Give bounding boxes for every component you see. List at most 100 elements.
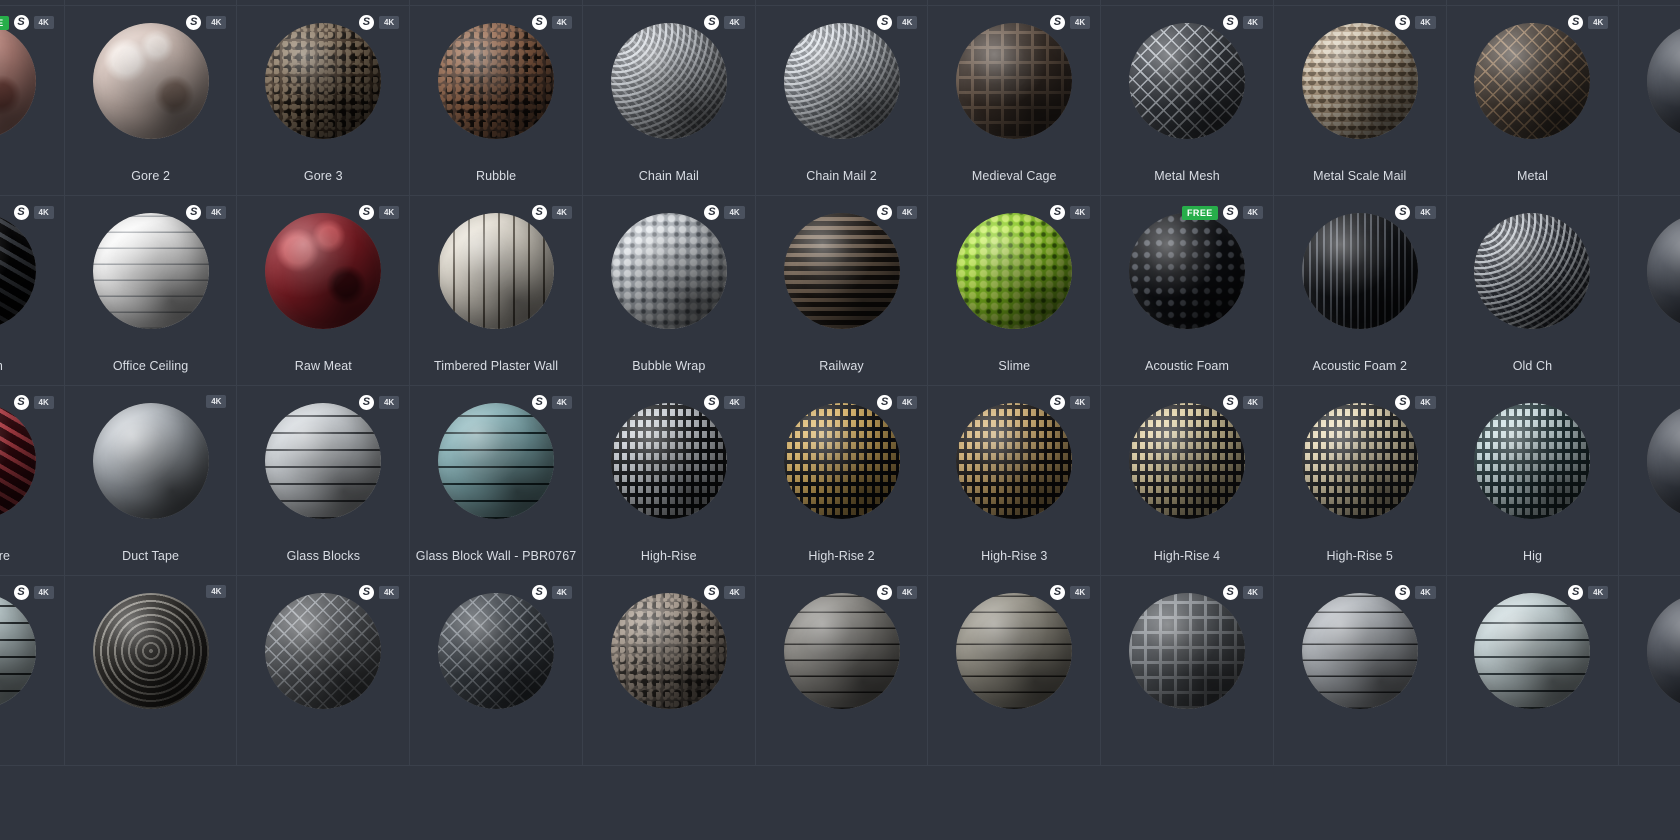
material-card[interactable]: S 4K High-Rise [582,386,756,576]
material-card[interactable] [1619,6,1680,196]
material-card[interactable]: S 4K Obsidian [0,196,65,386]
substance-icon[interactable]: S [358,15,374,30]
substance-icon[interactable]: S [1222,585,1238,600]
material-card[interactable]: S 4K Gore 3 [237,6,411,196]
material-card[interactable]: FREE S 4K Acoustic Foam [1101,196,1274,386]
material-preview[interactable]: S 4K [410,386,582,536]
substance-icon[interactable]: S [704,15,720,30]
substance-icon[interactable]: S [531,585,547,600]
material-preview[interactable]: S 4K [1447,576,1619,726]
material-preview[interactable]: S 4K [1274,6,1446,156]
material-preview[interactable] [1619,6,1680,156]
substance-icon[interactable]: S [531,205,547,220]
material-preview[interactable]: S 4K [583,6,755,156]
material-preview[interactable] [1619,196,1680,346]
substance-icon[interactable]: S [186,205,202,220]
material-card[interactable]: S 4K Gore 2 [64,6,238,196]
material-card[interactable]: S 4K Rubble [410,6,583,196]
substance-icon[interactable]: S [877,205,893,220]
material-card[interactable] [1619,576,1680,766]
material-card[interactable]: S 4K Medieval Cage [928,6,1102,196]
material-card[interactable]: S 4K Raw Meat [237,196,411,386]
material-preview[interactable]: S 4K [0,386,64,536]
material-preview[interactable]: S 4K [583,196,755,346]
substance-icon[interactable]: S [704,395,720,410]
material-card[interactable]: Old Ch [1446,196,1620,386]
material-card[interactable]: S 4K Railway [755,196,929,386]
material-preview[interactable]: S 4K [583,386,755,536]
material-preview[interactable]: S 4K [1447,6,1619,156]
substance-icon[interactable]: S [704,205,720,220]
substance-icon[interactable]: S [531,395,547,410]
substance-icon[interactable]: S [1568,15,1584,30]
material-card[interactable]: S 4K Metal Mesh [1101,6,1274,196]
substance-icon[interactable]: S [1222,205,1238,220]
material-preview[interactable]: 4K [65,386,237,536]
material-card[interactable]: S 4K Timbered Plaster Wall [410,196,583,386]
substance-icon[interactable]: S [1395,205,1411,220]
material-card[interactable]: S 4K High-Rise 4 [1101,386,1274,576]
material-card[interactable]: S 4K Glass Block Wall - PBR0767 [410,386,583,576]
material-preview[interactable]: S 4K [237,196,409,346]
material-preview[interactable]: S 4K [1274,576,1446,726]
material-preview[interactable]: S 4K [756,386,928,536]
material-preview[interactable]: FREE S 4K [1101,196,1273,346]
substance-icon[interactable]: S [1222,15,1238,30]
material-preview[interactable]: S 4K [928,196,1100,346]
material-card[interactable]: S 4K Slime [928,196,1102,386]
material-card[interactable]: S 4K Chain Mail 2 [755,6,929,196]
material-preview[interactable]: S 4K [756,576,928,726]
substance-icon[interactable]: S [1568,585,1584,600]
material-preview[interactable]: S 4K [1101,576,1273,726]
material-preview[interactable]: 4K [65,576,237,726]
material-card[interactable]: S 4K Glass Blocks [237,386,411,576]
material-preview[interactable] [1447,386,1619,536]
substance-icon[interactable]: S [13,395,29,410]
substance-icon[interactable]: S [877,395,893,410]
material-card[interactable] [1619,386,1680,576]
material-card[interactable]: S 4K High-Rise 3 [928,386,1102,576]
substance-icon[interactable]: S [186,15,202,30]
material-card[interactable] [1619,196,1680,386]
substance-icon[interactable]: S [877,585,893,600]
material-card[interactable]: S 4K Bubble Wrap [582,196,756,386]
substance-icon[interactable]: S [1049,205,1065,220]
material-card[interactable]: S 4K [755,576,929,766]
material-preview[interactable]: S 4K [410,6,582,156]
material-preview[interactable]: S 4K [583,576,755,726]
material-card[interactable]: S 4K Chain Mail [582,6,756,196]
substance-icon[interactable]: S [531,15,547,30]
material-library-grid[interactable]: S4KBarbed WireS4KModern Barbed WireS4KCa… [0,0,1680,840]
material-card[interactable]: S 4K [0,576,65,766]
material-preview[interactable]: S 4K [65,6,237,156]
material-preview[interactable] [1447,196,1619,346]
material-preview[interactable]: S 4K [410,576,582,726]
material-card[interactable]: S 4K [1446,576,1620,766]
material-preview[interactable]: S 4K [65,196,237,346]
material-preview[interactable]: S 4K [756,196,928,346]
material-preview[interactable]: S 4K [1274,386,1446,536]
material-card[interactable]: 4K [64,576,238,766]
substance-icon[interactable]: S [877,15,893,30]
material-card[interactable]: S 4K High-Rise 5 [1273,386,1447,576]
substance-icon[interactable]: S [13,205,29,220]
material-card[interactable]: S 4K [582,576,756,766]
substance-icon[interactable]: S [358,205,374,220]
material-preview[interactable]: S 4K [756,6,928,156]
material-preview[interactable]: FREE S 4K [0,6,64,156]
material-card[interactable]: S 4K [928,576,1102,766]
material-preview[interactable]: S 4K [237,386,409,536]
substance-icon[interactable]: S [704,585,720,600]
material-card[interactable]: S 4K [410,576,583,766]
material-card[interactable]: S 4K Acoustic Foam 2 [1273,196,1447,386]
substance-icon[interactable]: S [1395,15,1411,30]
material-card[interactable]: S 4K [1273,576,1447,766]
material-preview[interactable]: S 4K [410,196,582,346]
material-preview[interactable]: S 4K [1274,196,1446,346]
material-card[interactable]: FREE S 4K Gore 1 [0,6,65,196]
material-preview[interactable]: S 4K [928,576,1100,726]
substance-icon[interactable]: S [1222,395,1238,410]
material-preview[interactable]: S 4K [928,386,1100,536]
material-preview[interactable] [1619,576,1680,726]
substance-icon[interactable]: S [1049,585,1065,600]
